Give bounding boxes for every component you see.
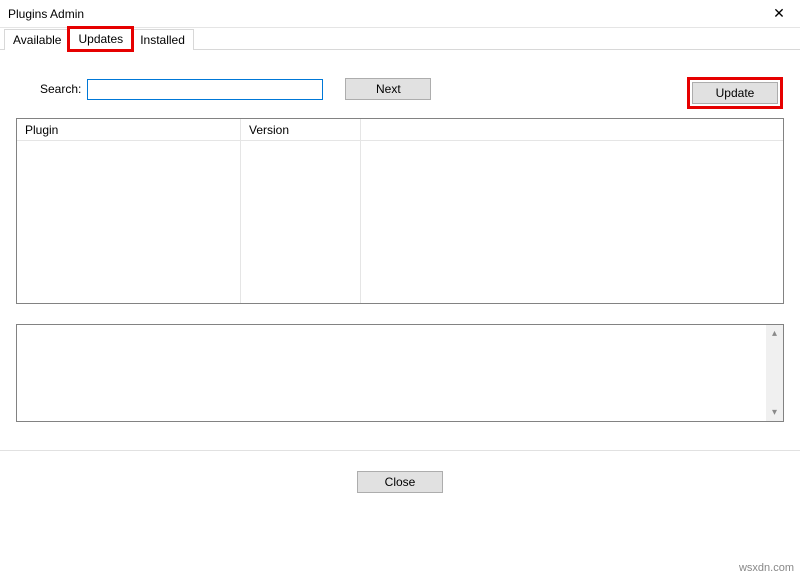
- footer: Close: [16, 451, 784, 493]
- close-button[interactable]: Close: [357, 471, 443, 493]
- column-header-version[interactable]: Version: [241, 119, 360, 141]
- column-plugin: Plugin: [17, 119, 241, 303]
- column-version: Version: [241, 119, 361, 303]
- tab-installed[interactable]: Installed: [131, 29, 194, 50]
- titlebar: Plugins Admin ✕: [0, 0, 800, 28]
- update-button[interactable]: Update: [692, 82, 778, 104]
- column-details: [361, 119, 783, 303]
- scroll-up-icon[interactable]: ▴: [766, 325, 783, 342]
- description-box: ▴ ▾: [16, 324, 784, 422]
- tab-updates[interactable]: Updates: [69, 28, 132, 50]
- close-icon[interactable]: ✕: [758, 0, 800, 28]
- tab-content: Search: Next Update Plugin Version ▴ ▾ C…: [0, 78, 800, 493]
- scrollbar[interactable]: ▴ ▾: [766, 325, 783, 421]
- column-header-plugin[interactable]: Plugin: [17, 119, 240, 141]
- tab-available[interactable]: Available: [4, 29, 70, 50]
- next-button[interactable]: Next: [345, 78, 431, 100]
- search-label: Search:: [40, 82, 81, 96]
- watermark: wsxdn.com: [739, 562, 794, 574]
- tab-bar: Available Updates Installed: [0, 28, 800, 50]
- search-input[interactable]: [87, 79, 323, 100]
- plugin-table[interactable]: Plugin Version: [16, 118, 784, 304]
- search-row: Search: Next: [40, 78, 784, 100]
- window-title: Plugins Admin: [8, 7, 84, 21]
- scroll-down-icon[interactable]: ▾: [766, 404, 783, 421]
- column-header-details: [361, 119, 783, 141]
